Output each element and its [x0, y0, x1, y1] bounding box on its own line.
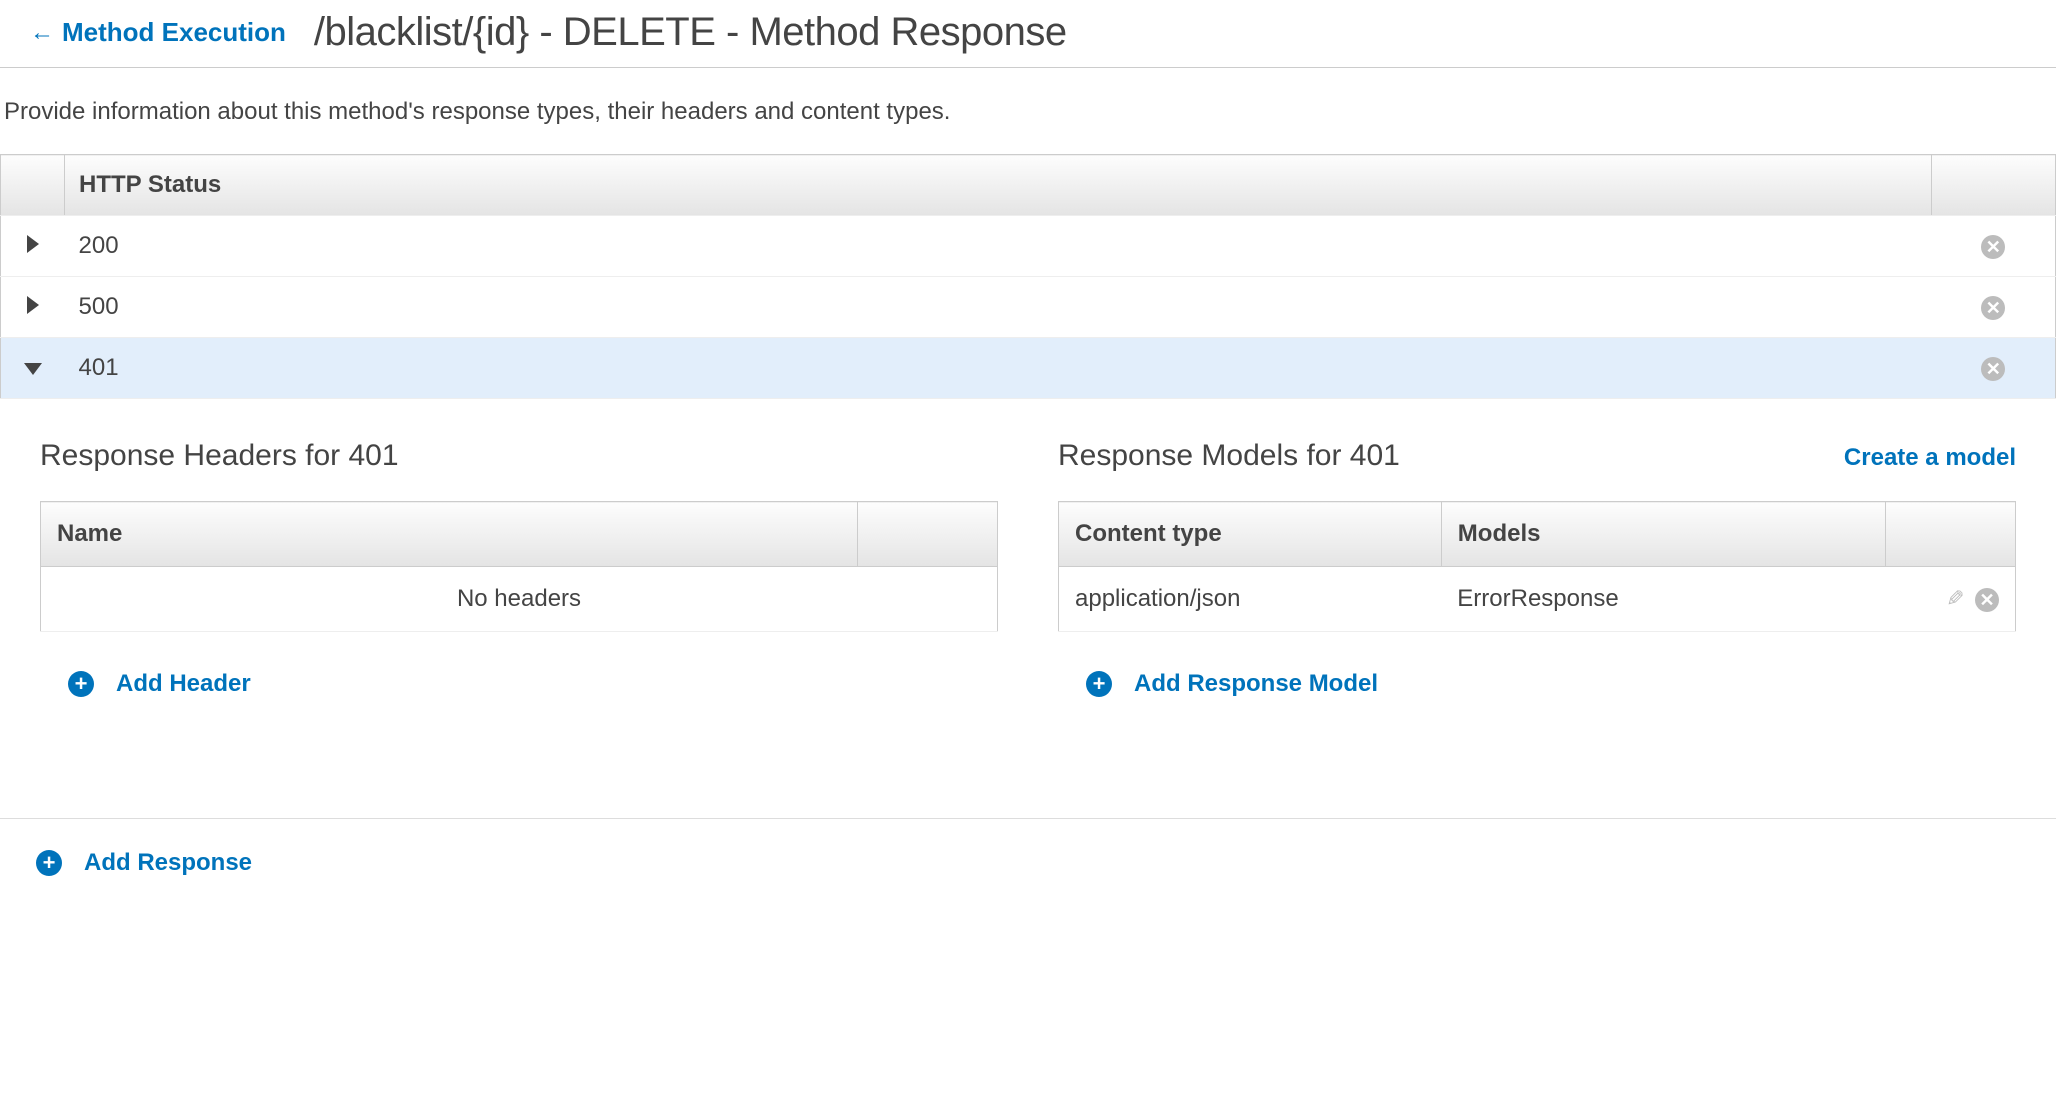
- content-type-cell: application/json: [1059, 567, 1442, 632]
- response-models-table: Content type Models application/json Err…: [1058, 501, 2016, 632]
- col-content-type-header: Content type: [1059, 502, 1442, 567]
- add-header-label: Add Header: [116, 670, 251, 698]
- col-status-header: HTTP Status: [65, 155, 1932, 216]
- status-code[interactable]: 500: [65, 277, 1932, 338]
- response-models-title: Response Models for 401: [1058, 439, 1400, 473]
- add-response-label: Add Response: [84, 849, 252, 877]
- table-header-row: Content type Models: [1059, 502, 2016, 567]
- http-status-table: HTTP Status 200 ✕ 500 ✕ 401: [0, 154, 2056, 399]
- col-actions-header: [858, 502, 998, 567]
- add-header-button[interactable]: + Add Header: [68, 670, 251, 698]
- add-response-model-button[interactable]: + Add Response Model: [1086, 670, 1378, 698]
- col-expand-header: [1, 155, 65, 216]
- model-row: application/json ErrorResponse ✎ ✕: [1059, 567, 2016, 632]
- response-models-panel: Response Models for 401 Create a model C…: [1058, 439, 2016, 698]
- col-name-header: Name: [41, 502, 858, 567]
- col-actions-header: [1886, 502, 2016, 567]
- plus-icon: +: [36, 850, 62, 876]
- status-row: 200 ✕: [1, 216, 2056, 277]
- status-row: 500 ✕: [1, 277, 2056, 338]
- status-code[interactable]: 401: [65, 338, 1932, 399]
- col-models-header: Models: [1441, 502, 1885, 567]
- chevron-right-icon[interactable]: [27, 296, 39, 314]
- delete-icon[interactable]: ✕: [1981, 235, 2005, 259]
- delete-icon[interactable]: ✕: [1981, 357, 2005, 381]
- create-model-link[interactable]: Create a model: [1844, 444, 2016, 472]
- empty-text: No headers: [41, 567, 998, 632]
- empty-row: No headers: [41, 567, 998, 632]
- response-headers-title: Response Headers for 401: [40, 439, 399, 473]
- status-code[interactable]: 200: [65, 216, 1932, 277]
- add-response-button[interactable]: + Add Response: [36, 849, 252, 877]
- model-cell: ErrorResponse: [1441, 567, 1885, 632]
- back-link[interactable]: ← Method Execution: [30, 17, 286, 48]
- arrow-left-icon: ←: [30, 21, 54, 45]
- response-headers-panel: Response Headers for 401 Name No headers…: [40, 439, 998, 698]
- table-header-row: HTTP Status: [1, 155, 2056, 216]
- chevron-down-icon[interactable]: [24, 363, 42, 375]
- col-action-header: [1932, 155, 2056, 216]
- chevron-right-icon[interactable]: [27, 235, 39, 253]
- page-description: Provide information about this method's …: [0, 68, 2056, 154]
- response-headers-table: Name No headers: [40, 501, 998, 632]
- plus-icon: +: [68, 671, 94, 697]
- delete-icon[interactable]: ✕: [1975, 588, 1999, 612]
- add-response-model-label: Add Response Model: [1134, 670, 1378, 698]
- status-row-selected: 401 ✕: [1, 338, 2056, 399]
- page-title: /blacklist/{id} - DELETE - Method Respon…: [314, 10, 1067, 55]
- edit-icon[interactable]: ✎: [1946, 586, 1964, 612]
- plus-icon: +: [1086, 671, 1112, 697]
- back-link-label: Method Execution: [62, 17, 286, 48]
- delete-icon[interactable]: ✕: [1981, 296, 2005, 320]
- table-header-row: Name: [41, 502, 998, 567]
- page-header: ← Method Execution /blacklist/{id} - DEL…: [0, 0, 2056, 68]
